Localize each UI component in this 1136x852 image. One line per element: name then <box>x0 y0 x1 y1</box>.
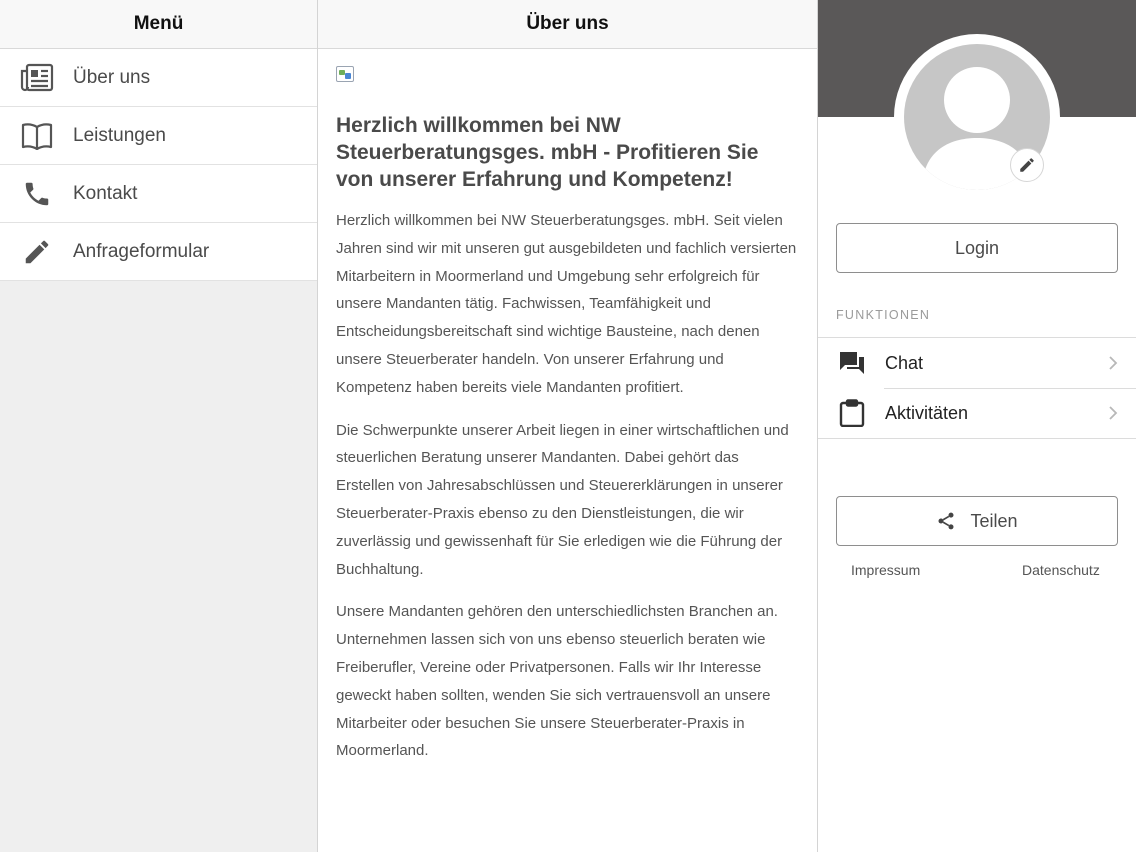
content-pane: Über uns Herzlich willkommen bei NW Steu… <box>318 0 818 852</box>
chat-icon <box>838 349 866 377</box>
function-item-chat[interactable]: Chat <box>818 338 1136 388</box>
function-label: Aktivitäten <box>885 402 969 423</box>
article: Herzlich willkommen bei NW Steuerberatun… <box>318 49 817 765</box>
edit-avatar-button[interactable] <box>1010 148 1044 182</box>
article-heading: Herzlich willkommen bei NW Steuerberatun… <box>336 114 759 191</box>
phone-icon <box>20 177 54 211</box>
book-icon <box>20 119 54 153</box>
menu-item-anfrageformular[interactable]: Anfrageformular <box>0 223 317 281</box>
page-title: Über uns <box>318 0 817 49</box>
menu-item-kontakt[interactable]: Kontakt <box>0 165 317 223</box>
article-paragraph: Unsere Mandanten gehören den unterschied… <box>336 603 778 760</box>
article-paragraph: Die Schwerpunkte unserer Arbeit liegen i… <box>336 421 789 578</box>
function-item-aktivitaeten[interactable]: Aktivitäten <box>818 388 1136 438</box>
menu-item-label: Leistungen <box>73 124 166 146</box>
broken-image-icon <box>336 66 354 82</box>
menu-item-label: Über uns <box>73 66 151 88</box>
chevron-right-icon <box>1108 355 1118 371</box>
impressum-link[interactable]: Impressum <box>851 562 920 578</box>
pencil-icon <box>1018 156 1036 174</box>
login-button[interactable]: Login <box>836 223 1118 273</box>
share-icon <box>936 511 956 531</box>
share-button[interactable]: Teilen <box>836 496 1118 546</box>
newspaper-icon <box>20 61 54 95</box>
pencil-icon <box>20 235 54 269</box>
clipboard-icon <box>838 399 866 427</box>
menu-item-label: Kontakt <box>73 182 138 204</box>
menu-item-label: Anfrageformular <box>73 240 210 262</box>
functions-list: Chat Aktivitäten <box>818 337 1136 439</box>
article-paragraph: Herzlich willkommen bei NW Steuerberatun… <box>336 212 797 396</box>
function-label: Chat <box>885 352 924 373</box>
menu-pane: Menü Über uns Leistungen Kontakt Anfrage… <box>0 0 318 852</box>
chevron-right-icon <box>1108 405 1118 421</box>
functions-section-label: FUNKTIONEN <box>836 308 931 322</box>
menu-title: Menü <box>0 0 317 49</box>
datenschutz-link[interactable]: Datenschutz <box>1022 562 1100 578</box>
menu-list: Über uns Leistungen Kontakt Anfrageformu… <box>0 49 317 281</box>
menu-item-leistungen[interactable]: Leistungen <box>0 107 317 165</box>
menu-item-ueber-uns[interactable]: Über uns <box>0 49 317 107</box>
profile-sidebar: Login FUNKTIONEN Chat Aktivitäten Teilen… <box>818 0 1136 852</box>
share-label: Teilen <box>970 510 1018 531</box>
